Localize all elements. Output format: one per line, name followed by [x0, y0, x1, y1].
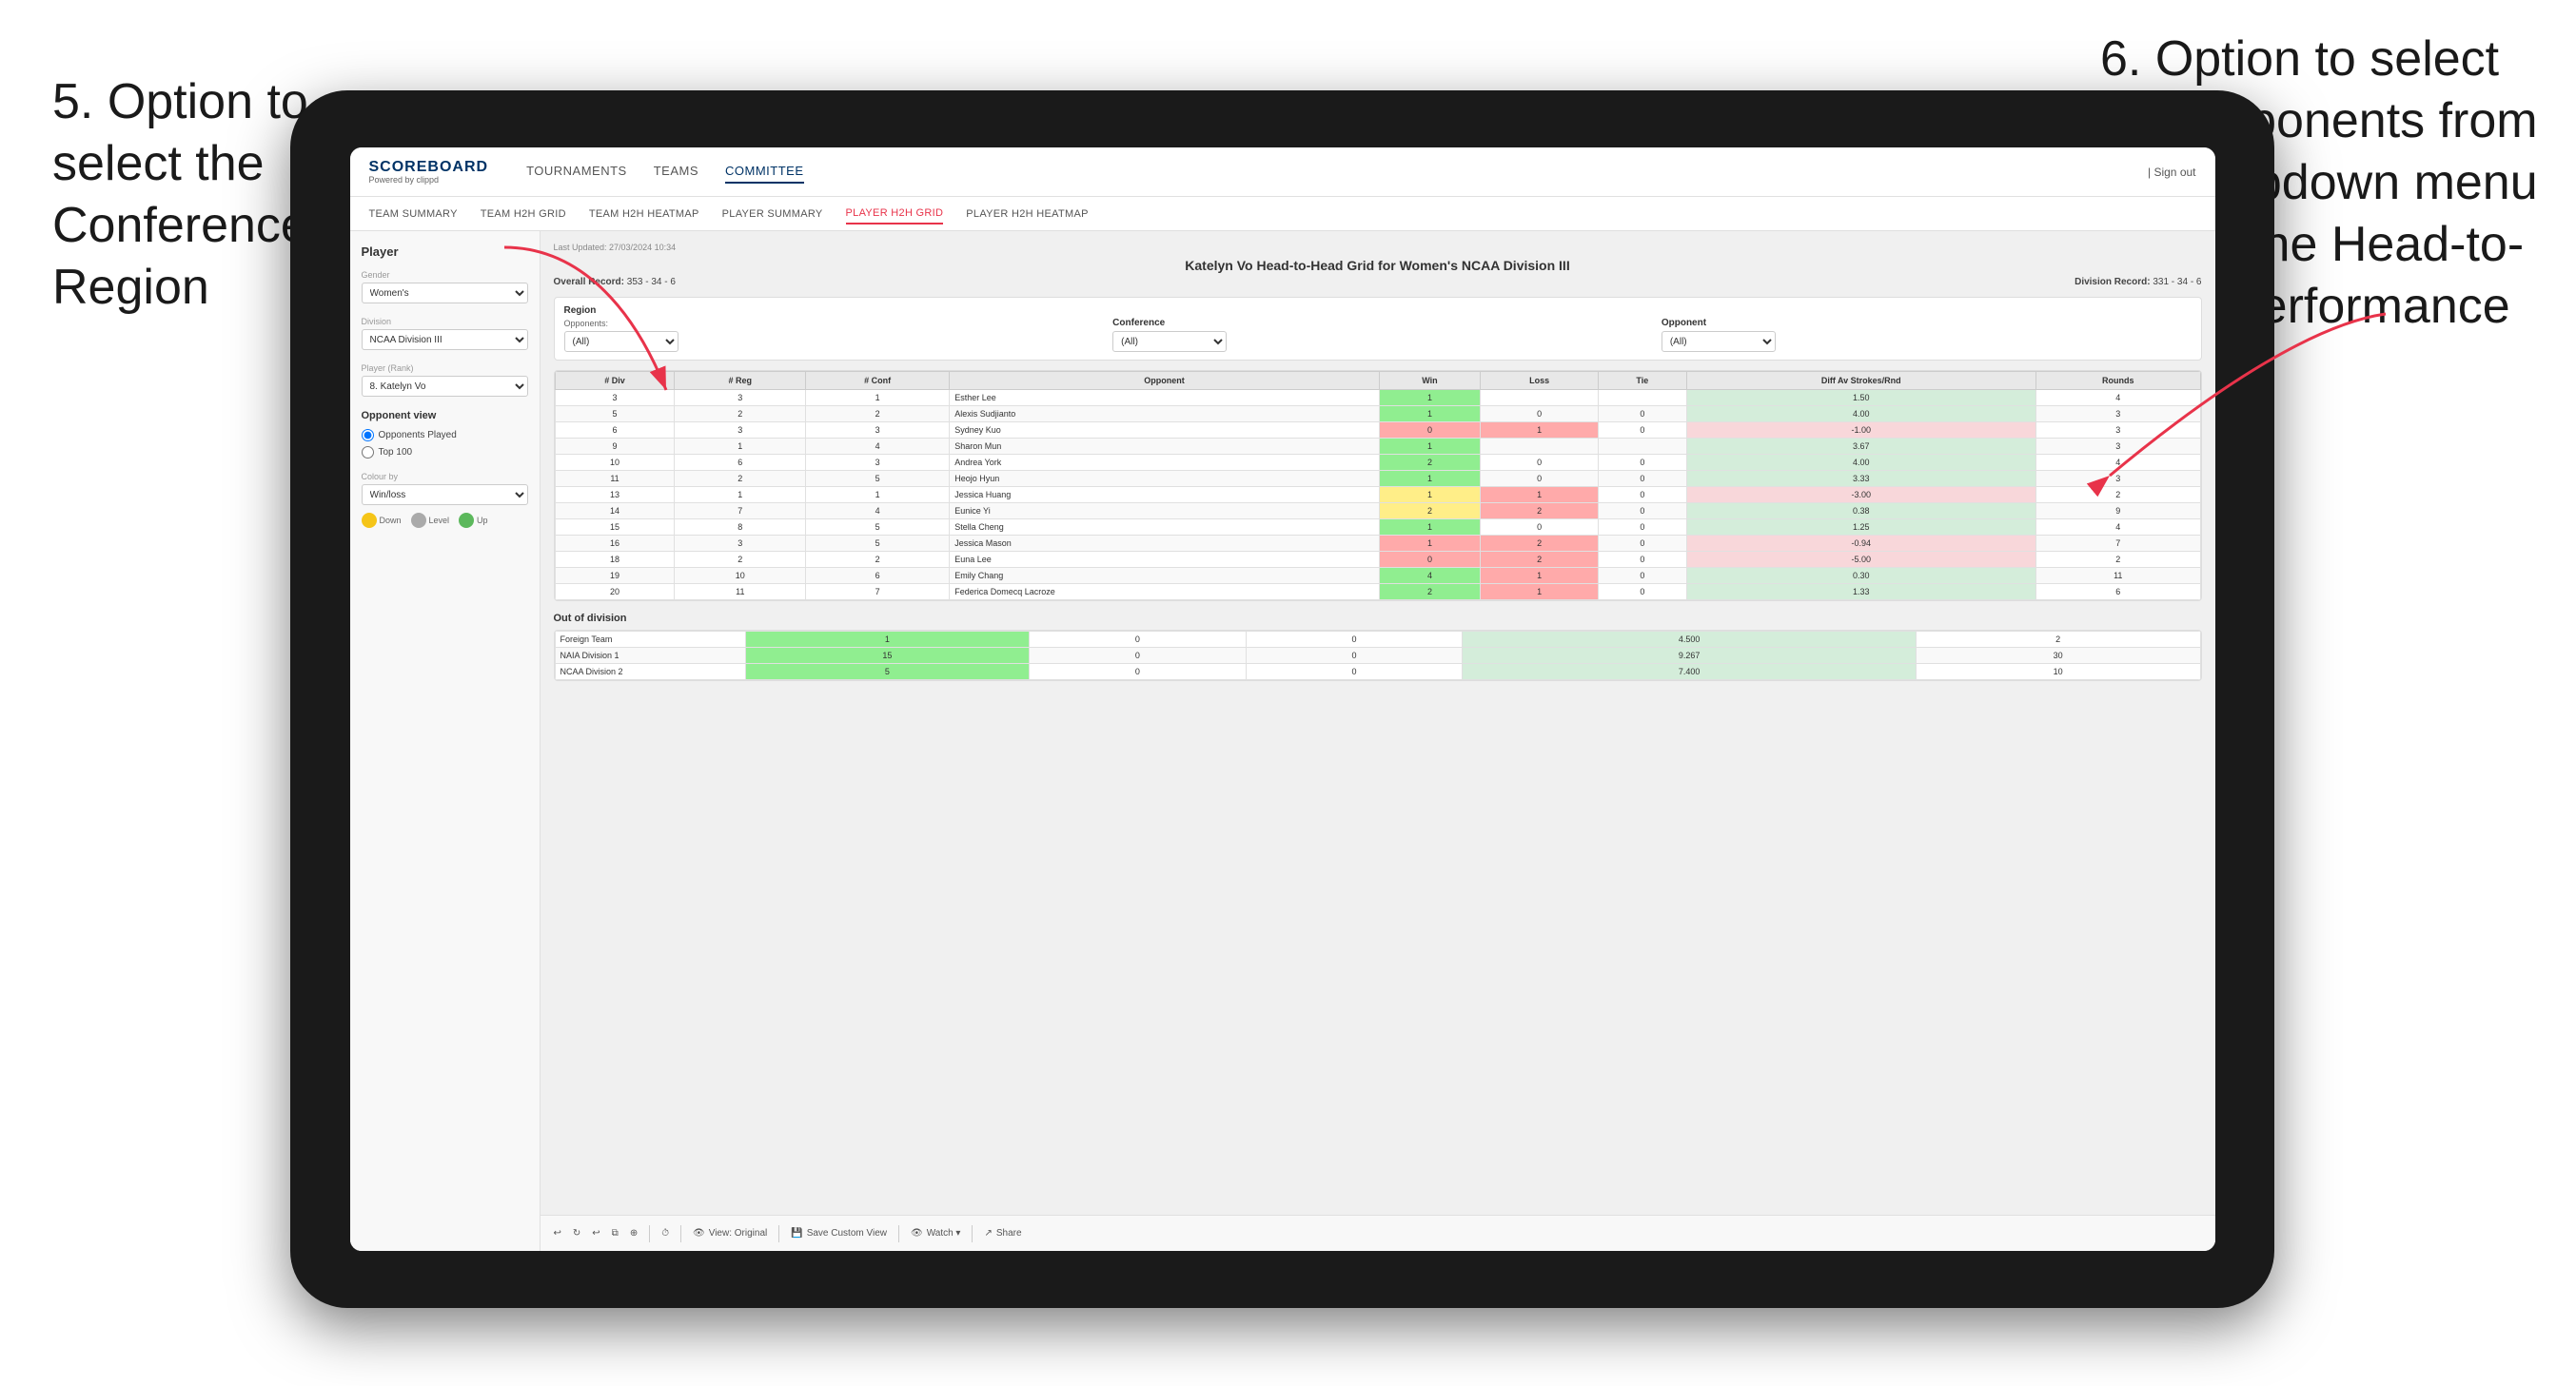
- main-data-table: # Div # Reg # Conf Opponent Win Loss Tie…: [555, 371, 2201, 600]
- undo-btn[interactable]: ↩: [554, 1228, 561, 1239]
- table-row: 3 3 1 Esther Lee 1 1.50 4: [555, 390, 2200, 406]
- nav-tabs: TOURNAMENTS TEAMS COMMITTEE: [526, 160, 803, 184]
- sub-tab-player-h2h-grid[interactable]: PLAYER H2H GRID: [846, 204, 944, 224]
- conference-filter-group: Conference (All): [1112, 318, 1642, 352]
- undo2-btn[interactable]: ↩: [592, 1228, 600, 1239]
- table-row: 5 2 2 Alexis Sudjianto 1 0 0 4.00 3: [555, 406, 2200, 422]
- filters-area: Region Opponents: (All) Conference (All): [554, 297, 2202, 361]
- ood-table-row: NAIA Division 1 15 0 0 9.267 30: [555, 648, 2200, 664]
- sign-out[interactable]: | Sign out: [2148, 166, 2195, 179]
- arrow-right: [1957, 285, 2433, 571]
- view-original-btn[interactable]: 👁 View: Original: [693, 1228, 767, 1239]
- table-row: 16 3 5 Jessica Mason 1 2 0 -0.94 7: [555, 536, 2200, 552]
- app-navbar: SCOREBOARD Powered by clippd TOURNAMENTS…: [350, 147, 2215, 197]
- app-logo: SCOREBOARD Powered by clippd: [369, 159, 489, 185]
- dot-up: [459, 513, 474, 528]
- table-row: 19 10 6 Emily Chang 4 1 0 0.30 11: [555, 568, 2200, 584]
- out-of-division-header: Out of division: [554, 613, 2202, 624]
- main-data-table-wrapper: # Div # Reg # Conf Opponent Win Loss Tie…: [554, 370, 2202, 601]
- dot-level: [411, 513, 426, 528]
- conference-select[interactable]: (All): [1112, 331, 1227, 352]
- dot-down: [362, 513, 377, 528]
- col-tie: Tie: [1599, 372, 1686, 390]
- col-opponent: Opponent: [950, 372, 1380, 390]
- col-win: Win: [1379, 372, 1480, 390]
- bottom-toolbar: ↩ ↻ ↩ ⧉ ⊕ ⏱ 👁 View: Original 💾 Save Cust…: [541, 1215, 2215, 1251]
- nav-tab-committee[interactable]: COMMITTEE: [725, 160, 804, 184]
- clock-btn[interactable]: ⏱: [661, 1228, 669, 1239]
- record-row: Overall Record: 353 - 34 - 6 Division Re…: [554, 277, 2202, 287]
- nav-tab-teams[interactable]: TEAMS: [654, 160, 698, 184]
- paste-btn[interactable]: ⊕: [630, 1228, 638, 1239]
- share-btn[interactable]: ↗ Share: [984, 1228, 1021, 1239]
- col-conf: # Conf: [806, 372, 950, 390]
- legend-row: Down Level Up: [362, 513, 528, 528]
- col-loss: Loss: [1481, 372, 1599, 390]
- toolbar-divider5: [972, 1225, 973, 1242]
- last-updated: Last Updated: 27/03/2024 10:34: [554, 243, 2202, 252]
- conference-filter-label: Conference: [1112, 318, 1642, 328]
- watch-btn[interactable]: 👁 Watch ▾: [911, 1228, 960, 1239]
- toolbar-divider1: [649, 1225, 650, 1242]
- table-row: 18 2 2 Euna Lee 0 2 0 -5.00 2: [555, 552, 2200, 568]
- legend-level-label: Level: [429, 516, 450, 525]
- redo-btn[interactable]: ↻: [573, 1228, 580, 1239]
- table-row: 9 1 4 Sharon Mun 1 3.67 3: [555, 439, 2200, 455]
- filters-row: Region Opponents: (All) Conference (All): [564, 305, 2192, 352]
- copy-btn[interactable]: ⧉: [612, 1228, 619, 1239]
- table-row: 14 7 4 Eunice Yi 2 2 0 0.38 9: [555, 503, 2200, 519]
- table-row: 6 3 3 Sydney Kuo 0 1 0 -1.00 3: [555, 422, 2200, 439]
- out-of-division-table: Foreign Team 1 0 0 4.500 2 NAIA Division…: [555, 631, 2201, 680]
- toolbar-divider3: [778, 1225, 779, 1242]
- sub-tab-player-summary[interactable]: PLAYER SUMMARY: [722, 205, 823, 224]
- table-row: 13 1 1 Jessica Huang 1 1 0 -3.00 2: [555, 487, 2200, 503]
- ood-table-row: NCAA Division 2 5 0 0 7.400 10: [555, 664, 2200, 680]
- out-of-division-table-wrapper: Foreign Team 1 0 0 4.500 2 NAIA Division…: [554, 630, 2202, 681]
- table-row: 15 8 5 Stella Cheng 1 0 0 1.25 4: [555, 519, 2200, 536]
- save-custom-btn[interactable]: 💾 Save Custom View: [791, 1228, 887, 1239]
- table-row: 20 11 7 Federica Domecq Lacroze 2 1 0 1.…: [555, 584, 2200, 600]
- report-title: Katelyn Vo Head-to-Head Grid for Women's…: [554, 258, 2202, 273]
- opponent-select[interactable]: (All): [1662, 331, 1776, 352]
- sub-tab-player-h2h-heatmap[interactable]: PLAYER H2H HEATMAP: [966, 205, 1088, 224]
- nav-tab-tournaments[interactable]: TOURNAMENTS: [526, 160, 627, 184]
- table-row: 10 6 3 Andrea York 2 0 0 4.00 4: [555, 455, 2200, 471]
- arrow-left: [266, 219, 695, 504]
- table-row: 11 2 5 Heojo Hyun 1 0 0 3.33 3: [555, 471, 2200, 487]
- toolbar-divider2: [680, 1225, 681, 1242]
- legend-down-label: Down: [380, 516, 402, 525]
- legend-up-label: Up: [477, 516, 488, 525]
- ood-table-row: Foreign Team 1 0 0 4.500 2: [555, 632, 2200, 648]
- toolbar-divider4: [898, 1225, 899, 1242]
